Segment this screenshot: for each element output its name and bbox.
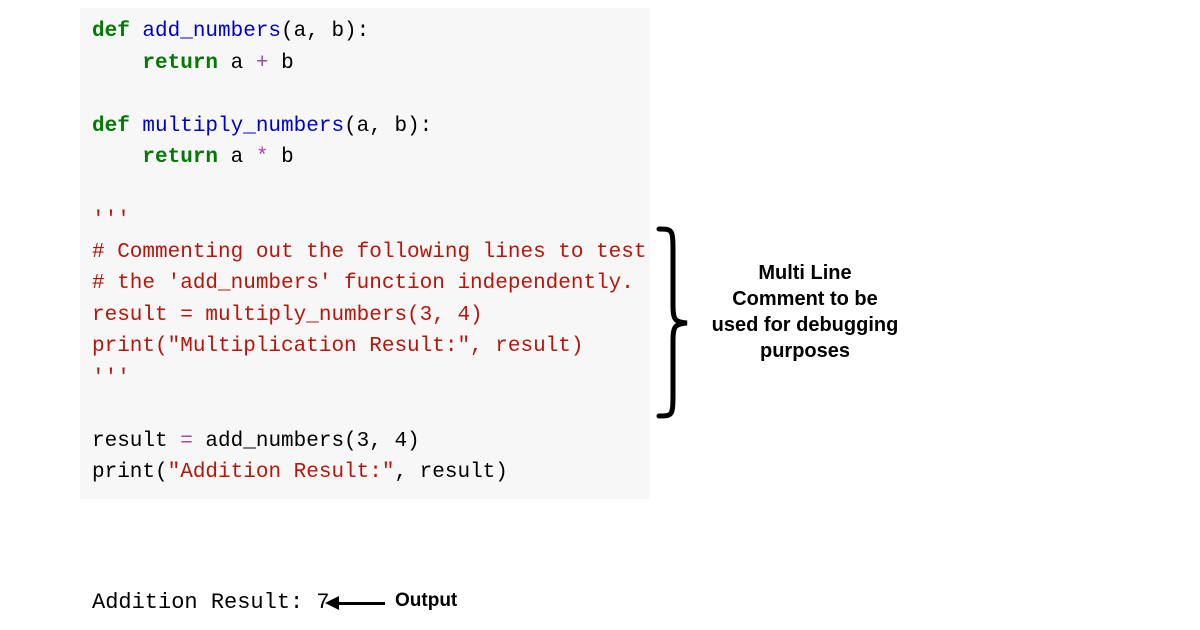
expr-a: a xyxy=(218,52,256,75)
annotation-label: Multi Line Comment to be used for debugg… xyxy=(710,260,900,364)
fn-multiply-numbers: multiply_numbers xyxy=(130,115,344,138)
triple-quote-close: ''' xyxy=(92,367,130,390)
indent xyxy=(92,146,142,169)
keyword-return: return xyxy=(142,146,218,169)
output-text: Addition Result: 7 xyxy=(92,590,330,615)
comment-line-1: # Commenting out the following lines to … xyxy=(92,241,647,264)
arrow-left-icon xyxy=(325,597,385,609)
print-call: print( xyxy=(92,461,168,484)
triple-quote-open: ''' xyxy=(92,209,130,232)
op-star: * xyxy=(256,146,269,169)
op-plus: + xyxy=(256,52,269,75)
expr-b: b xyxy=(268,52,293,75)
comment-line-4: print("Multiplication Result:", result) xyxy=(92,335,583,358)
print-rest: , result) xyxy=(394,461,507,484)
keyword-def: def xyxy=(92,115,130,138)
params: (a, b): xyxy=(344,115,432,138)
string-literal: "Addition Result:" xyxy=(168,461,395,484)
curly-brace-icon xyxy=(655,225,691,420)
expr-b: b xyxy=(268,146,293,169)
call-add: add_numbers( xyxy=(193,430,357,453)
var-result: result xyxy=(92,430,180,453)
op-assign: = xyxy=(180,430,193,453)
num-4: 4 xyxy=(394,430,407,453)
code-block: def add_numbers(a, b): return a + b def … xyxy=(80,8,650,499)
comma: , xyxy=(369,430,394,453)
params: (a, b): xyxy=(281,20,369,43)
expr-a: a xyxy=(218,146,256,169)
comment-line-3: result = multiply_numbers(3, 4) xyxy=(92,304,483,327)
num-3: 3 xyxy=(357,430,370,453)
keyword-def: def xyxy=(92,20,130,43)
comment-line-2: # the 'add_numbers' function independent… xyxy=(92,272,634,295)
keyword-return: return xyxy=(142,52,218,75)
output-label: Output xyxy=(395,590,457,612)
fn-add-numbers: add_numbers xyxy=(130,20,281,43)
paren-close: ) xyxy=(407,430,420,453)
indent xyxy=(92,52,142,75)
